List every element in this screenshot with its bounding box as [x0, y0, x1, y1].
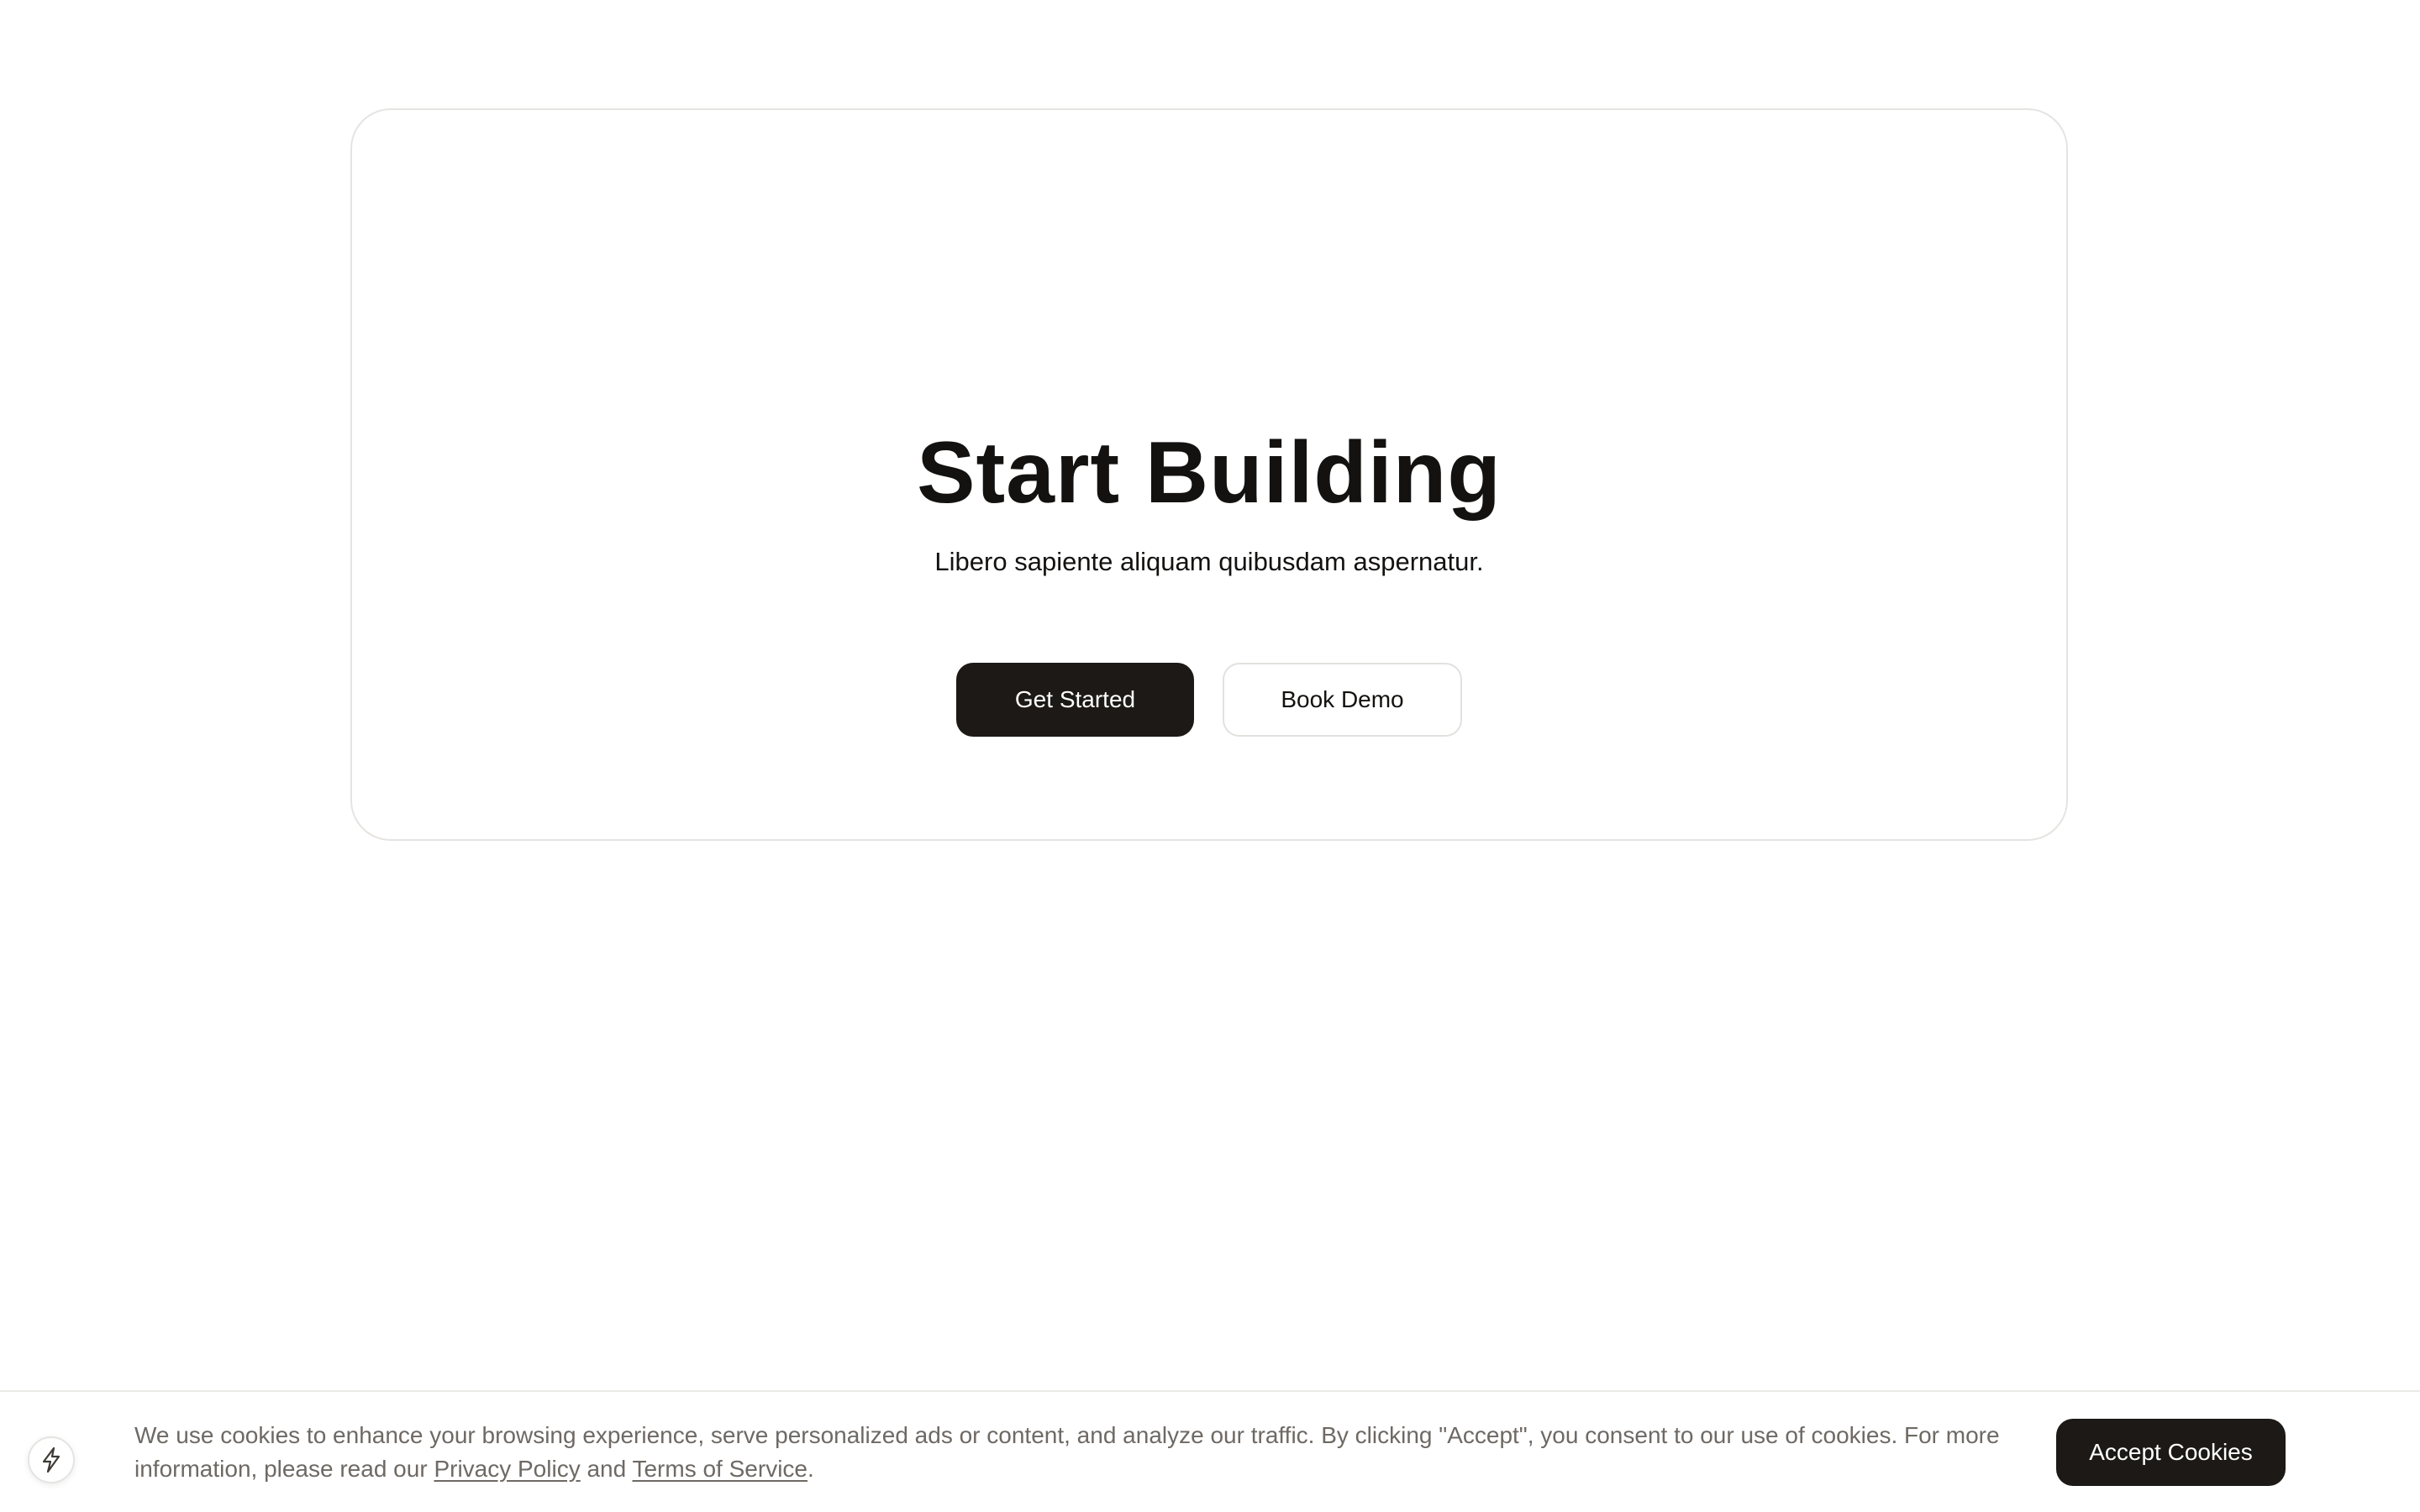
hero-title: Start Building: [917, 424, 1502, 522]
cookie-text-middle: and: [580, 1456, 633, 1482]
cookie-banner: We use cookies to enhance your browsing …: [0, 1390, 2420, 1512]
cookie-text-after: .: [807, 1456, 814, 1482]
cookie-message: We use cookies to enhance your browsing …: [134, 1419, 2033, 1486]
bolt-badge[interactable]: [28, 1436, 75, 1483]
hero-actions: Get Started Book Demo: [352, 663, 2066, 737]
terms-of-service-link[interactable]: Terms of Service: [632, 1456, 808, 1482]
cookie-text-before: We use cookies to enhance your browsing …: [134, 1422, 2000, 1482]
accept-cookies-button[interactable]: Accept Cookies: [2056, 1419, 2286, 1486]
page: Start Building Libero sapiente aliquam q…: [0, 0, 2420, 1512]
hero-card: Start Building Libero sapiente aliquam q…: [350, 108, 2068, 841]
get-started-button[interactable]: Get Started: [956, 663, 1194, 737]
hero-subtitle: Libero sapiente aliquam quibusdam aspern…: [934, 547, 1484, 576]
lightning-bolt-icon: [42, 1446, 60, 1473]
book-demo-button[interactable]: Book Demo: [1223, 663, 1462, 737]
privacy-policy-link[interactable]: Privacy Policy: [434, 1456, 580, 1482]
